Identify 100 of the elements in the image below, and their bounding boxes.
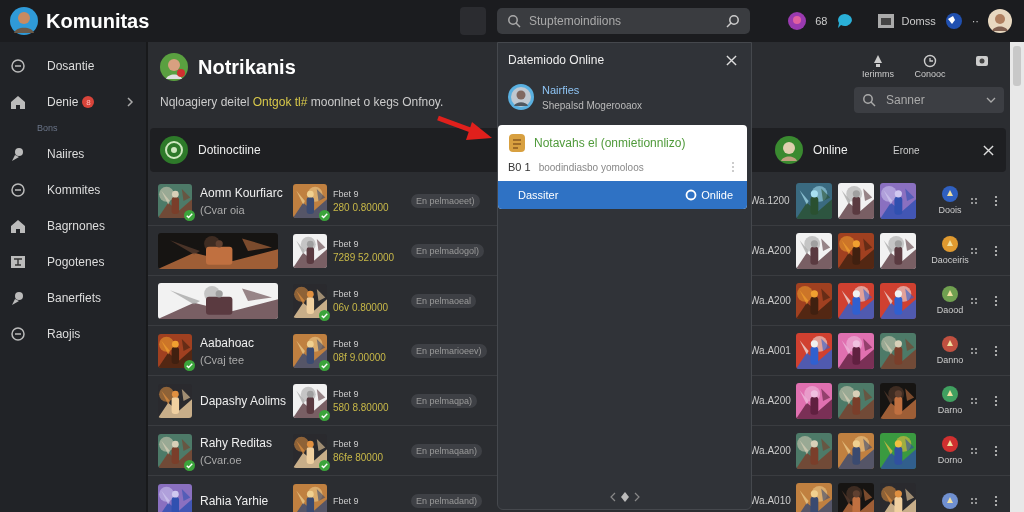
scrollbar[interactable] xyxy=(1010,42,1024,512)
row-title: Aabahoac xyxy=(200,335,255,350)
count-label: 68 xyxy=(815,15,828,27)
page-title: Notrikanis xyxy=(198,55,296,79)
filter-input[interactable]: Sanner xyxy=(884,92,978,108)
avatar-icon xyxy=(775,136,803,164)
globe-icon[interactable] xyxy=(944,12,963,30)
emblem-icon xyxy=(942,386,958,402)
nav-icon xyxy=(10,218,26,234)
nav-icon xyxy=(10,326,26,342)
more-icon[interactable] xyxy=(994,294,998,307)
search-icon xyxy=(507,14,521,28)
nav-icon xyxy=(10,58,26,74)
section-caption: Bons xyxy=(36,122,59,135)
game-label: Fbet 9 xyxy=(333,495,360,506)
nav-icon xyxy=(10,146,26,162)
search-icon[interactable] xyxy=(726,14,740,28)
status-tag: En pelmaqpa) xyxy=(411,393,478,408)
drag-handle-icon[interactable] xyxy=(970,345,978,356)
sidebar-item[interactable]: Pogotenes xyxy=(0,244,146,280)
emblem-label: Dorno xyxy=(937,455,963,465)
card-code: B0 1 xyxy=(508,161,531,173)
emblem-label: Danno xyxy=(936,355,964,365)
more-icon[interactable] xyxy=(994,394,998,407)
status-tag: En pelmadand) xyxy=(411,493,483,508)
sidebar-item[interactable]: Banerfiets xyxy=(0,280,146,316)
sidebar-item[interactable]: Dosantie xyxy=(0,48,146,84)
sidebar-item[interactable]: Bagrnones xyxy=(0,208,146,244)
more-icon[interactable] xyxy=(994,244,998,257)
more-icon[interactable] xyxy=(994,194,998,207)
card-action-button[interactable]: Onlide xyxy=(681,186,737,204)
topbar-label[interactable]: Domss xyxy=(901,15,936,27)
count-badge: 8 xyxy=(82,96,95,108)
more-label[interactable]: ·· xyxy=(971,15,979,27)
scroll-icon xyxy=(508,133,526,153)
filter-field[interactable]: Sanner xyxy=(854,87,1004,113)
emblem-icon xyxy=(942,286,958,302)
popup-title: Datemiodo Online xyxy=(508,53,606,67)
status-tag: En pelmadogol) xyxy=(411,243,485,258)
game-label: Fbet 9 xyxy=(333,388,360,399)
drag-handle-icon[interactable] xyxy=(970,495,978,506)
drag-handle-icon[interactable] xyxy=(970,195,978,206)
drag-handle-icon[interactable] xyxy=(970,445,978,456)
card-action-button[interactable]: Dassiter xyxy=(514,186,563,204)
game-label: Fbet 9 xyxy=(333,438,360,449)
game-code: 08f 9.00000 xyxy=(333,351,387,363)
emblem-label: Doois xyxy=(938,205,962,215)
sidebar-item[interactable]: Denie 8 xyxy=(0,84,146,120)
toolbar-button[interactable]: Conooc xyxy=(908,54,952,79)
game-label: Fbet 9 xyxy=(333,188,360,199)
close-icon[interactable] xyxy=(726,54,737,66)
app-title: Komunitas xyxy=(46,9,150,33)
more-icon[interactable] xyxy=(994,494,998,507)
nav-icon xyxy=(10,254,26,270)
more-icon[interactable] xyxy=(994,444,998,457)
emblem-icon xyxy=(942,236,958,252)
avatar-icon xyxy=(508,84,534,110)
clock-icon xyxy=(923,54,937,68)
group-title: Dotinoctiine xyxy=(198,143,261,157)
pager-icon[interactable] xyxy=(609,491,640,503)
sidebar-item[interactable]: Naiires xyxy=(0,136,146,172)
row-title: Rahy Reditas xyxy=(200,435,273,450)
group-label: Erone xyxy=(893,144,921,156)
game-label: Fbet 9 xyxy=(333,288,360,299)
row-subtitle: (Cvar.oe xyxy=(200,453,243,466)
window-icon[interactable] xyxy=(877,12,896,30)
drag-handle-icon[interactable] xyxy=(970,295,978,306)
row-title: Rahia Yarhie xyxy=(200,493,269,508)
user-subtitle: Shepalsd Mogerooaox xyxy=(542,99,643,111)
user-name[interactable]: Nairfies xyxy=(542,83,643,96)
card-text: boodindiasbo yomoloos xyxy=(538,161,645,173)
emblem-icon xyxy=(942,336,958,352)
drag-handle-icon[interactable] xyxy=(970,245,978,256)
page-description: Nqloagiery deitel Ontgok tl# moonlnet o kegs Onfnoy. xyxy=(160,95,444,109)
emblem-label: Daood xyxy=(936,305,964,315)
row-subtitle: (Cvar oia xyxy=(200,203,246,216)
avatar-icon[interactable] xyxy=(988,9,1012,33)
toolbar-button[interactable]: Ierimms xyxy=(856,54,900,79)
group-icon xyxy=(160,136,188,164)
nav-icon xyxy=(10,290,26,306)
sidebar-item[interactable]: Raojis xyxy=(0,316,146,352)
status-tag: En pelmaoeal xyxy=(411,293,477,308)
status-label: Online xyxy=(813,143,849,157)
more-icon[interactable] xyxy=(994,344,998,357)
emblem-label: Darno xyxy=(937,405,963,415)
emblem-icon xyxy=(942,436,958,452)
search-bar[interactable]: Stuptemoindiions xyxy=(497,8,750,34)
game-label: Fbet 9 xyxy=(333,238,360,249)
row-title: Dapashy Aolims xyxy=(200,393,287,408)
sidebar-item[interactable]: Kommites xyxy=(0,172,146,208)
search-input[interactable]: Stuptemoindiions xyxy=(527,13,720,29)
drag-handle-icon[interactable] xyxy=(970,395,978,406)
game-label: Fbet 9 xyxy=(333,338,360,349)
gem-icon[interactable] xyxy=(788,12,807,30)
game-code: 580 8.80000 xyxy=(333,401,390,413)
chat-icon[interactable] xyxy=(836,12,855,30)
close-icon[interactable] xyxy=(983,144,994,156)
avatar-icon xyxy=(10,7,38,35)
row-subtitle: (Cvaj tee xyxy=(200,353,246,366)
dropdown-icon xyxy=(986,97,996,103)
